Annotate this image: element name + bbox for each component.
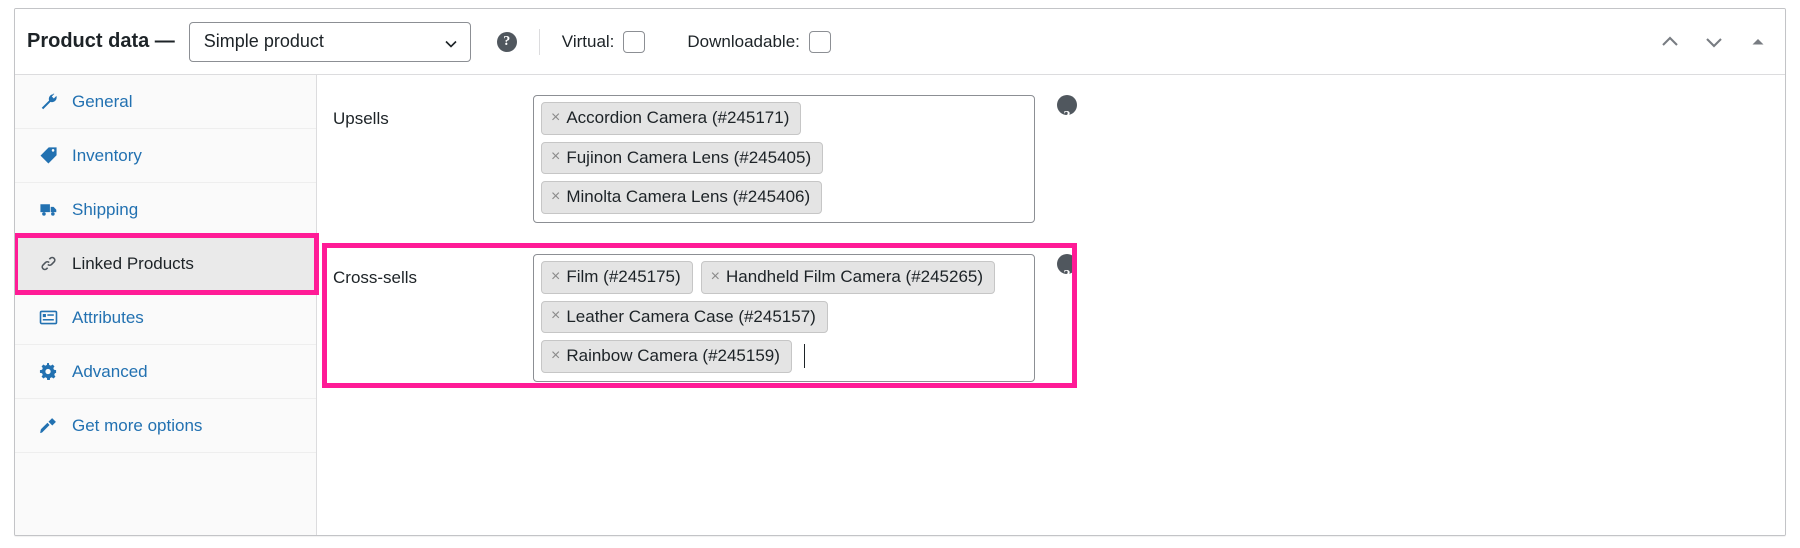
sidebar-item-label: Shipping bbox=[72, 199, 139, 219]
sidebar-item-advanced[interactable]: Advanced bbox=[15, 345, 316, 399]
move-up-icon[interactable] bbox=[1657, 29, 1683, 55]
panel-order-controls bbox=[1657, 29, 1771, 55]
downloadable-field: Downloadable: bbox=[687, 30, 831, 53]
cross-sells-field: Cross-sells × Film (#245175) × Handheld … bbox=[333, 254, 1077, 382]
token[interactable]: × Film (#245175) bbox=[541, 261, 693, 294]
panel-body: General Inventory Shipping Linked Produc… bbox=[15, 75, 1785, 535]
upsells-field: Upsells × Accordion Camera (#245171) × F… bbox=[333, 95, 1077, 223]
token-label: Handheld Film Camera (#245265) bbox=[726, 267, 984, 286]
text-cursor bbox=[803, 344, 805, 369]
sidebar-item-label: Get more options bbox=[72, 415, 203, 435]
product-type-select[interactable]: Simple product bbox=[188, 21, 471, 62]
sidebar-item-linked-products[interactable]: Linked Products bbox=[15, 237, 316, 291]
sidebar-item-shipping[interactable]: Shipping bbox=[15, 183, 316, 237]
downloadable-checkbox[interactable] bbox=[808, 30, 831, 53]
virtual-checkbox[interactable] bbox=[623, 30, 646, 53]
truck-icon bbox=[37, 199, 59, 221]
help-icon[interactable]: ? bbox=[496, 31, 517, 52]
sidebar-item-get-more-options[interactable]: Get more options bbox=[15, 399, 316, 453]
product-data-panel: Product data — Simple product ? Virtual:… bbox=[14, 8, 1786, 536]
upsells-input[interactable]: × Accordion Camera (#245171) × Fujinon C… bbox=[533, 95, 1035, 223]
token-label: Film (#245175) bbox=[566, 267, 681, 286]
token[interactable]: × Fujinon Camera Lens (#245405) bbox=[541, 141, 824, 175]
cross-sells-label: Cross-sells bbox=[333, 268, 418, 287]
move-down-icon[interactable] bbox=[1701, 29, 1727, 55]
upsells-help-icon[interactable]: ? bbox=[1057, 95, 1077, 124]
wrench-icon bbox=[37, 91, 59, 113]
virtual-label: Virtual: bbox=[561, 31, 615, 51]
remove-token-icon[interactable]: × bbox=[551, 109, 560, 126]
token[interactable]: × Rainbow Camera (#245159) bbox=[541, 340, 792, 373]
header-divider bbox=[538, 28, 540, 55]
sidebar-item-general[interactable]: General bbox=[15, 75, 316, 129]
token-label: Accordion Camera (#245171) bbox=[566, 108, 790, 127]
remove-token-icon[interactable]: × bbox=[551, 188, 560, 205]
token-label: Rainbow Camera (#245159) bbox=[566, 346, 780, 366]
token[interactable]: × Leather Camera Case (#245157) bbox=[541, 300, 828, 334]
cross-sells-help-icon[interactable]: ? bbox=[1057, 254, 1077, 283]
remove-token-icon[interactable]: × bbox=[551, 308, 560, 324]
page-title: Product data — bbox=[27, 30, 175, 52]
product-type-value: Simple product bbox=[203, 31, 324, 51]
list-view-icon bbox=[37, 307, 59, 329]
remove-token-icon[interactable]: × bbox=[551, 149, 560, 165]
remove-token-icon[interactable]: × bbox=[551, 268, 560, 285]
sidebar-item-label: Inventory bbox=[72, 145, 142, 165]
plugin-icon bbox=[37, 415, 59, 437]
panel-header: Product data — Simple product ? Virtual:… bbox=[15, 9, 1785, 75]
token[interactable]: × Accordion Camera (#245171) bbox=[541, 102, 802, 135]
sidebar-item-label: Advanced bbox=[72, 361, 148, 381]
link-icon bbox=[37, 253, 59, 275]
sidebar-item-label: Attributes bbox=[72, 307, 144, 327]
tag-icon bbox=[37, 145, 59, 167]
gear-icon bbox=[37, 361, 59, 383]
token-label: Leather Camera Case (#245157) bbox=[566, 306, 816, 326]
token[interactable]: × Minolta Camera Lens (#245406) bbox=[541, 181, 823, 214]
remove-token-icon[interactable]: × bbox=[711, 268, 720, 285]
token-label: Fujinon Camera Lens (#245405) bbox=[566, 147, 812, 167]
chevron-down-icon bbox=[444, 35, 458, 49]
sidebar-item-attributes[interactable]: Attributes bbox=[15, 291, 316, 345]
sidebar-item-label: General bbox=[72, 91, 133, 111]
token[interactable]: × Handheld Film Camera (#245265) bbox=[700, 261, 996, 294]
sidebar-item-inventory[interactable]: Inventory bbox=[15, 129, 316, 183]
downloadable-label: Downloadable: bbox=[687, 31, 800, 51]
remove-token-icon[interactable]: × bbox=[551, 347, 560, 364]
token-label: Minolta Camera Lens (#245406) bbox=[566, 187, 811, 207]
sidebar-item-label: Linked Products bbox=[72, 253, 194, 273]
upsells-label: Upsells bbox=[333, 109, 389, 128]
cross-sells-input[interactable]: × Film (#245175) × Handheld Film Camera … bbox=[533, 254, 1035, 382]
linked-products-panel: Upsells × Accordion Camera (#245171) × F… bbox=[317, 75, 1785, 535]
product-data-tabs: General Inventory Shipping Linked Produc… bbox=[15, 75, 319, 535]
virtual-field: Virtual: bbox=[561, 30, 646, 53]
toggle-panel-icon[interactable] bbox=[1745, 29, 1771, 55]
